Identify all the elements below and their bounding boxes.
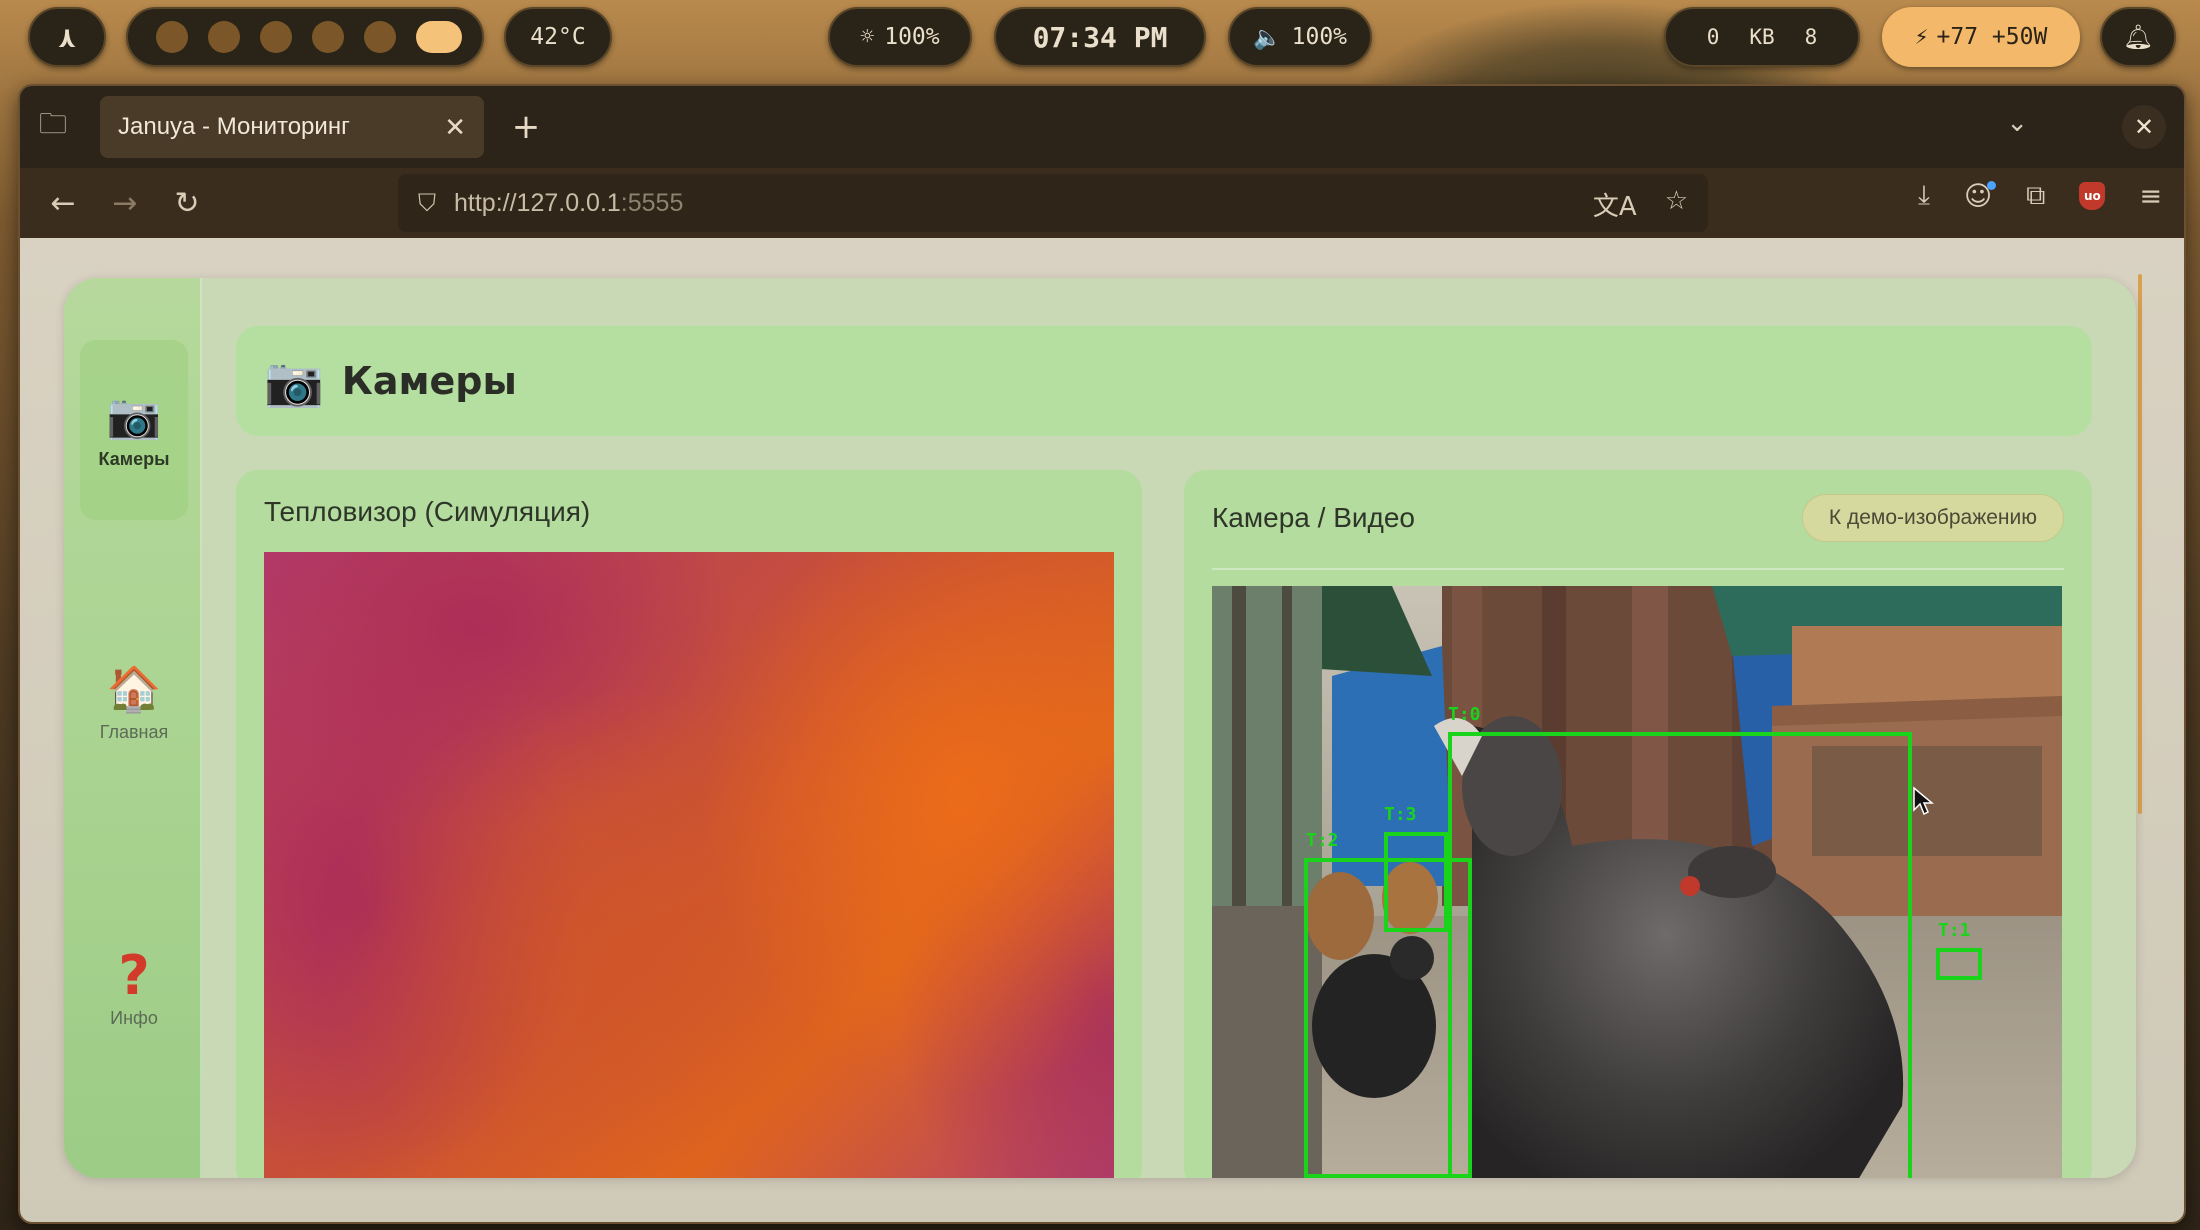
url-text[interactable]: http://127.0.0.1:5555 (454, 189, 683, 218)
account-icon[interactable]: ☺ (1964, 180, 1997, 212)
sidebar-item-cameras[interactable]: 📷 Камеры (80, 340, 188, 520)
tab-bar: 🗀 Januya - Мониторинг ✕ + ⌄ ✕ (20, 86, 2184, 168)
clock-widget[interactable]: 07:34 PM (994, 7, 1206, 67)
page-header: 📷 Камеры (236, 326, 2092, 436)
translate-icon[interactable]: 文A (1593, 186, 1637, 223)
workspace-5[interactable] (364, 21, 396, 53)
network-unit: KB (1749, 25, 1775, 49)
workspace-1[interactable] (156, 21, 188, 53)
power-value: +77 +50W (1936, 24, 2048, 50)
thermal-panel: Тепловизор (Симуляция) (236, 470, 1142, 1178)
arrow-right-icon: → (112, 185, 138, 221)
sidebar-item-label: Инфо (110, 1007, 158, 1028)
video-panel-title: Камера / Видео (1212, 502, 1415, 533)
tab-title: Januya - Мониторинг (118, 113, 350, 140)
workspace-switcher (126, 7, 484, 67)
detection-label: T:3 (1384, 804, 1417, 825)
navigation-toolbar: ← → ↻ ⛉ http://127.0.0.1:5555 文A ☆ ⤓ ☺ ⧉… (20, 168, 2184, 238)
volume-value: 100% (1291, 24, 1348, 50)
launcher-icon: ⋏ (58, 20, 76, 54)
thermal-panel-title: Тепловизор (Симуляция) (264, 496, 591, 527)
brightness-value: 100% (884, 24, 940, 50)
download-icon[interactable]: ⤓ (1918, 180, 1930, 212)
sidebar-item-info[interactable]: ? Инфо (80, 924, 188, 1054)
new-tab-button[interactable]: + (504, 107, 548, 147)
demo-image-button[interactable]: К демо-изображению (1801, 494, 2064, 542)
workspace-4[interactable] (312, 21, 344, 53)
app-container: 📷 Камеры 🏠 Главная ? Инфо 📷 Камеры Тепло… (64, 278, 2136, 1178)
temperature-value: 42°C (530, 24, 586, 50)
detection-box (1448, 732, 1912, 1178)
url-host: http://127.0.0.1 (454, 188, 621, 217)
camera-icon: 📷 (106, 391, 162, 441)
address-bar[interactable]: ⛉ http://127.0.0.1:5555 文A ☆ (398, 174, 1708, 232)
detection-box (1936, 948, 1982, 980)
bell-icon: 🔔︎ (2122, 23, 2154, 51)
video-panel: Камера / Видео К демо-изображению T:0 T:… (1184, 470, 2092, 1178)
system-top-bar: ⋏ 42°C ☼ 100% 07:34 PM 🔈 100% 0 KB 8 ⚡ +… (0, 0, 2200, 72)
workspace-3[interactable] (260, 21, 292, 53)
clock-value: 07:34 PM (1032, 20, 1168, 54)
workspace-6-active[interactable] (416, 21, 462, 53)
page-title: Камеры (341, 359, 517, 403)
sidebar-item-home[interactable]: 🏠 Главная (80, 638, 188, 768)
launcher-button[interactable]: ⋏ (28, 7, 106, 67)
forward-button[interactable]: → (94, 186, 156, 221)
reload-button[interactable]: ↻ (156, 186, 218, 221)
tab-list-button[interactable]: 🗀 (20, 86, 86, 168)
chevron-down-icon[interactable]: ⌄ (2006, 108, 2028, 138)
sidebar-item-label: Камеры (98, 448, 170, 469)
detection-label: T:0 (1448, 704, 1481, 725)
question-icon: ? (118, 943, 150, 1007)
page-viewport: 📷 Камеры 🏠 Главная ? Инфо 📷 Камеры Тепло… (20, 238, 2184, 1222)
tab-close-icon[interactable]: ✕ (444, 112, 466, 143)
shield-icon[interactable]: ⛉ (418, 189, 436, 217)
close-icon: ✕ (2133, 113, 2155, 141)
window-close-button[interactable]: ✕ (2122, 105, 2166, 149)
network-widget[interactable]: 0 KB 8 (1664, 7, 1860, 67)
plus-icon: + (511, 107, 541, 147)
camera-icon: 📷 (264, 353, 324, 410)
detection-label: T:1 (1938, 920, 1971, 941)
speaker-icon: 🔈 (1252, 24, 1282, 51)
thermal-heatmap (264, 552, 1114, 1178)
divider (1212, 568, 2064, 570)
sidebar-item-label: Главная (99, 721, 169, 742)
brightness-widget[interactable]: ☼ 100% (828, 7, 972, 67)
house-icon: 🏠 (106, 664, 162, 714)
reload-icon: ↻ (174, 185, 200, 221)
network-up: 8 (1804, 25, 1818, 49)
sidebar: 📷 Камеры 🏠 Главная ? Инфо (64, 278, 202, 1178)
url-actions: 文A ☆ (1593, 186, 1688, 223)
page-scrollbar[interactable] (2138, 274, 2142, 814)
mouse-cursor-icon (1913, 786, 1934, 816)
workspace-2[interactable] (208, 21, 240, 53)
detection-label: T:2 (1306, 830, 1339, 851)
folder-icon: 🗀 (38, 107, 67, 140)
toolbar-right: ⤓ ☺ ⧉ uo ≡ (1918, 180, 2162, 212)
notifications-button[interactable]: 🔔︎ (2100, 7, 2176, 67)
url-port: :5555 (620, 188, 684, 217)
main-content: 📷 Камеры Тепловизор (Симуляция) Камера /… (236, 278, 2136, 1178)
ublock-icon[interactable]: uo (2079, 182, 2106, 210)
browser-window: 🗀 Januya - Мониторинг ✕ + ⌄ ✕ ← → ↻ ⛉ ht… (18, 84, 2186, 1224)
star-icon[interactable]: ☆ (1665, 186, 1688, 223)
power-widget[interactable]: ⚡ +77 +50W (1882, 7, 2080, 67)
volume-widget[interactable]: 🔈 100% (1228, 7, 1372, 67)
arrow-left-icon: ← (50, 185, 76, 221)
menu-icon[interactable]: ≡ (2139, 181, 2162, 212)
sun-icon: ☼ (860, 24, 875, 50)
network-down: 0 (1706, 25, 1720, 49)
temperature-widget[interactable]: 42°C (504, 7, 612, 67)
bolt-icon: ⚡ (1914, 24, 1929, 50)
tab-active[interactable]: Januya - Мониторинг ✕ (100, 96, 484, 158)
detection-box (1384, 832, 1448, 932)
extensions-icon[interactable]: ⧉ (2026, 180, 2045, 212)
camera-video-frame[interactable]: T:0 T:1 T:2 T:3 (1212, 586, 2062, 1178)
back-button[interactable]: ← (32, 186, 94, 221)
